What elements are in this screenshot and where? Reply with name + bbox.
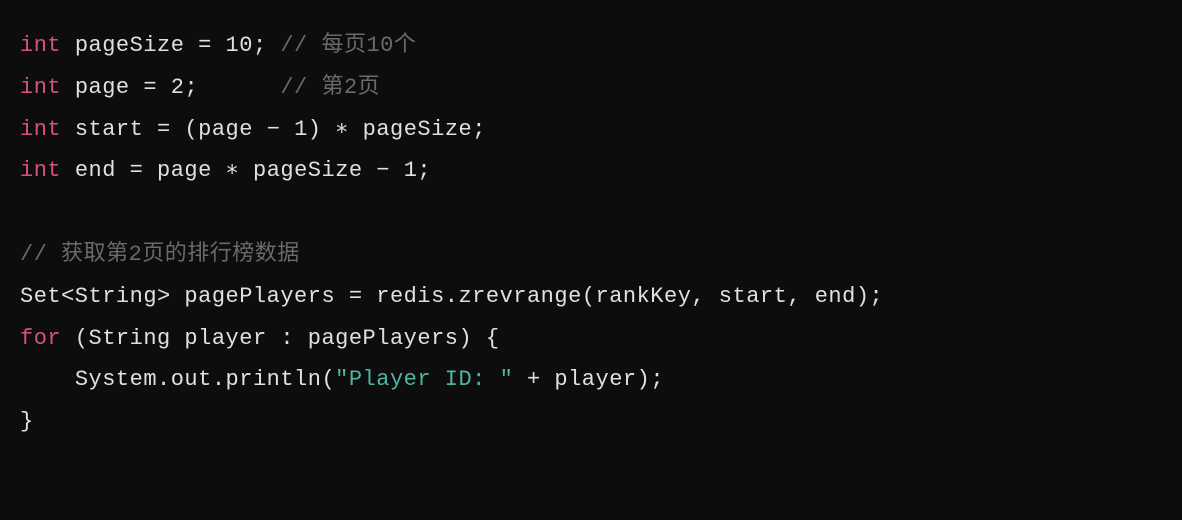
code-line-8: System.out.println("Player ID: " + playe… xyxy=(20,359,1162,401)
expression: = page ∗ pageSize − xyxy=(116,158,404,183)
code-line-7: for (String player : pagePlayers) { xyxy=(20,318,1162,360)
string-literal: "Player ID: " xyxy=(335,367,513,392)
println-call: System.out.println( xyxy=(75,367,335,392)
expression-rest: ) ∗ pageSize; xyxy=(308,117,486,142)
assign-op: = xyxy=(130,75,171,100)
keyword-int: int xyxy=(20,117,61,142)
variable-start: start xyxy=(75,117,144,142)
blank-line xyxy=(20,192,1162,234)
comment-text: // 每页10个 xyxy=(280,33,416,58)
semicolon: ; xyxy=(184,75,280,100)
indent xyxy=(20,367,75,392)
keyword-int: int xyxy=(20,75,61,100)
code-line-5: // 获取第2页的排行榜数据 xyxy=(20,234,1162,276)
code-line-3: int start = (page − 1) ∗ pageSize; xyxy=(20,109,1162,151)
number-literal: 10 xyxy=(226,33,253,58)
code-line-4: int end = page ∗ pageSize − 1; xyxy=(20,150,1162,192)
for-rest: (String player : pagePlayers) { xyxy=(61,326,499,351)
assign-op: = xyxy=(184,33,225,58)
number-literal: 2 xyxy=(171,75,185,100)
variable-end: end xyxy=(75,158,116,183)
code-line-9: } xyxy=(20,401,1162,443)
number-literal: 1 xyxy=(294,117,308,142)
println-rest: + player); xyxy=(513,367,664,392)
keyword-int: int xyxy=(20,33,61,58)
statement-text: Set<String> pagePlayers = redis.zrevrang… xyxy=(20,284,883,309)
keyword-int: int xyxy=(20,158,61,183)
number-literal: 1 xyxy=(404,158,418,183)
semicolon: ; xyxy=(417,158,431,183)
semicolon: ; xyxy=(253,33,280,58)
code-line-2: int page = 2; // 第2页 xyxy=(20,67,1162,109)
closing-brace: } xyxy=(20,409,34,434)
code-block: int pageSize = 10; // 每页10个 int page = 2… xyxy=(20,25,1162,443)
keyword-for: for xyxy=(20,326,61,351)
code-line-6: Set<String> pagePlayers = redis.zrevrang… xyxy=(20,276,1162,318)
comment-text: // 获取第2页的排行榜数据 xyxy=(20,242,300,267)
comment-text: // 第2页 xyxy=(280,75,380,100)
expression: = (page − xyxy=(143,117,294,142)
code-line-1: int pageSize = 10; // 每页10个 xyxy=(20,25,1162,67)
variable-page: page xyxy=(75,75,130,100)
variable-pagesize: pageSize xyxy=(75,33,185,58)
